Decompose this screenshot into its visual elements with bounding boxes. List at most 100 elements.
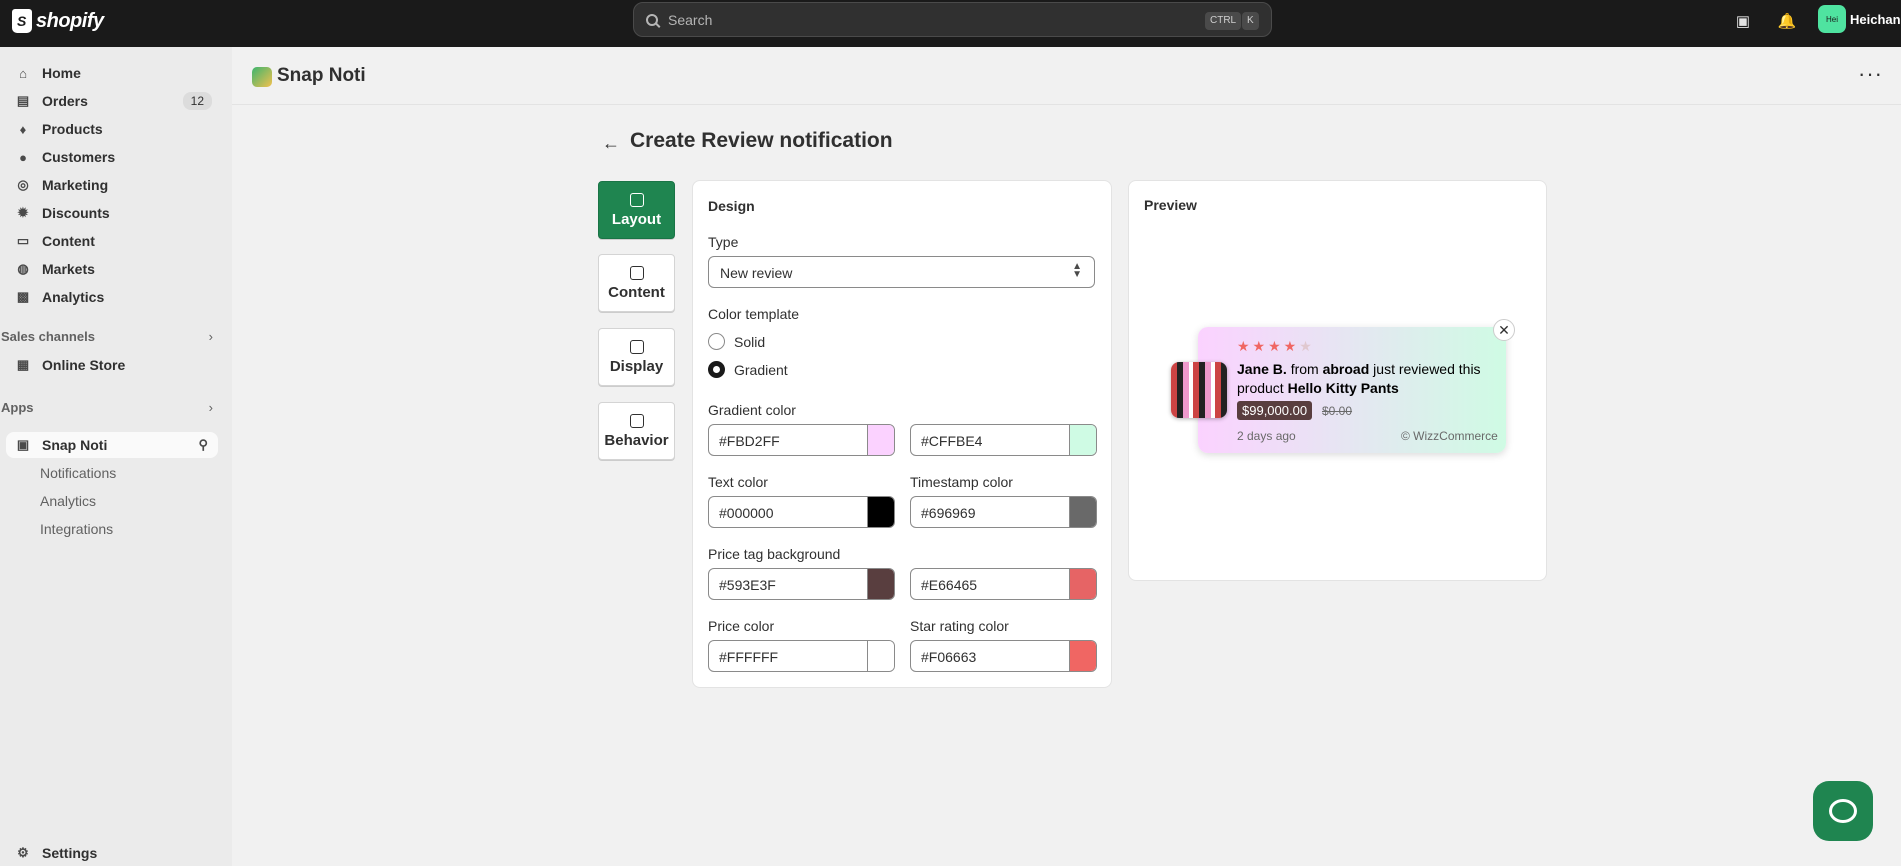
color-template-label: Color template (708, 306, 800, 322)
radio-solid-label: Solid (734, 334, 766, 350)
price-color-field[interactable]: #FFFFFF (708, 640, 895, 672)
tab-content[interactable]: Content (598, 254, 675, 312)
pin-icon[interactable]: ⚲ (198, 437, 208, 453)
sidebar-item-label: Settings (42, 845, 98, 861)
type-select[interactable]: New review ▲ ▼ (708, 256, 1095, 288)
person-icon: ● (19, 149, 27, 165)
orders-count-badge: 12 (182, 92, 212, 110)
shopify-bag-icon (12, 9, 32, 33)
display-icon (629, 339, 644, 354)
shopify-logo[interactable]: shopify (12, 9, 104, 33)
color-swatch[interactable] (867, 425, 894, 455)
help-chat-button[interactable] (1813, 781, 1873, 841)
search-icon (646, 13, 658, 26)
price-tag: $99,000.00 (1237, 401, 1313, 420)
color-swatch[interactable] (1069, 497, 1096, 527)
tab-label: Content (608, 283, 665, 301)
tab-label: Display (609, 357, 664, 375)
tab-behavior[interactable]: Behavior (598, 402, 675, 460)
tag-icon: ♦ (19, 121, 27, 137)
sidebar-item-label: Analytics (42, 289, 105, 305)
snap-noti-app-icon: ▣ (16, 437, 30, 452)
target-icon: ◎ (17, 177, 29, 192)
content-icon (629, 265, 644, 280)
select-arrows-icon: ▲ ▼ (1072, 261, 1082, 280)
design-heading: Design (708, 198, 755, 214)
price-tag-bg-2-field[interactable]: #E66465 (910, 568, 1097, 600)
home-icon: ⌂ (19, 65, 27, 81)
chat-bubble-icon (1829, 799, 1857, 823)
page-title: Create Review notification (630, 129, 893, 152)
color-swatch[interactable] (1069, 569, 1096, 599)
gear-icon: ⚙ (17, 845, 29, 860)
tab-display[interactable]: Display (598, 328, 675, 386)
color-value: #FFFFFF (719, 649, 779, 665)
bell-icon[interactable]: 🔔 (1777, 11, 1797, 31)
sidebar-subitem-analytics[interactable]: Analytics (40, 493, 96, 509)
star-rating: ★★★★★ (1237, 338, 1315, 354)
store-icon[interactable]: ▣ (1733, 11, 1753, 31)
back-arrow-icon[interactable]: ← (602, 133, 620, 154)
old-price: $0.00 (1322, 404, 1353, 418)
color-swatch[interactable] (867, 641, 894, 671)
product-thumbnail (1171, 362, 1227, 418)
sidebar-item-home[interactable]: ⌂ Home (6, 60, 218, 86)
sidebar-item-discounts[interactable]: ✹ Discounts (6, 200, 218, 226)
tab-layout[interactable]: Layout (598, 181, 675, 239)
sidebar-item-label: Marketing (42, 177, 109, 193)
sidebar-item-snap-noti[interactable]: ▣ Snap Noti ⚲ (6, 432, 218, 458)
sidebar-item-online-store[interactable]: ▦ Online Store (6, 352, 218, 378)
gradient-color-label: Gradient color (708, 402, 796, 418)
sales-channels-header[interactable]: Sales channels › (1, 329, 213, 344)
snap-noti-logo-icon (252, 67, 272, 87)
sidebar-item-analytics[interactable]: ▩ Analytics (6, 284, 218, 310)
apps-header[interactable]: Apps › (1, 400, 213, 415)
color-value: #696969 (921, 505, 976, 521)
more-actions-icon[interactable]: ··· (1858, 61, 1883, 87)
sidebar-item-settings[interactable]: ⚙ Settings (6, 840, 218, 866)
timestamp-color-field[interactable]: #696969 (910, 496, 1097, 528)
sidebar-item-label: Customers (42, 149, 116, 165)
radio-gradient-label: Gradient (734, 362, 788, 378)
text-color-field[interactable]: #000000 (708, 496, 895, 528)
color-value: #CFFBE4 (921, 433, 983, 449)
star-rating-color-label: Star rating color (910, 618, 1009, 634)
radio-solid[interactable] (708, 333, 725, 350)
avatar[interactable]: Hei (1818, 5, 1846, 33)
gradient-color-1-field[interactable]: #FBD2FF (708, 424, 895, 456)
sidebar-subitem-integrations[interactable]: Integrations (40, 521, 113, 537)
price-tag-bg-label: Price tag background (708, 546, 841, 562)
sidebar-item-orders[interactable]: ▤ Orders 12 (6, 88, 218, 114)
price-tag-bg-1-field[interactable]: #593E3F (708, 568, 895, 600)
apps-label: Apps (1, 400, 34, 415)
user-name[interactable]: Heichan (1850, 12, 1901, 27)
star-rating-color-field[interactable]: #F06663 (910, 640, 1097, 672)
sidebar-item-markets[interactable]: ◍ Markets (6, 256, 218, 282)
color-swatch[interactable] (1069, 425, 1096, 455)
color-swatch[interactable] (1069, 641, 1096, 671)
sidebar-item-products[interactable]: ♦ Products (6, 116, 218, 142)
from-word: from (1290, 361, 1319, 377)
notification-text: Jane B. from abroad just reviewed this p… (1237, 360, 1499, 398)
color-swatch[interactable] (867, 497, 894, 527)
search-input[interactable]: Search CTRL K (633, 2, 1272, 37)
preview-heading: Preview (1144, 197, 1197, 213)
color-swatch[interactable] (867, 569, 894, 599)
sidebar-item-marketing[interactable]: ◎ Marketing (6, 172, 218, 198)
radio-gradient[interactable] (708, 361, 725, 378)
sidebar-item-label: Discounts (42, 205, 110, 221)
gradient-color-2-field[interactable]: #CFFBE4 (910, 424, 1097, 456)
sidebar-subitem-notifications[interactable]: Notifications (40, 465, 116, 481)
sidebar: ⌂ Home ▤ Orders 12 ♦ Products ● Customer… (0, 47, 232, 866)
tab-label: Layout (611, 210, 662, 228)
sidebar-item-content[interactable]: ▭ Content (6, 228, 218, 254)
top-bar: shopify Search CTRL K ▣ 🔔 Hei Heichan (0, 0, 1901, 47)
close-icon[interactable]: ✕ (1493, 319, 1515, 341)
color-value: #E66465 (921, 577, 978, 593)
content-icon: ▭ (16, 233, 30, 248)
sidebar-item-label: Snap Noti (42, 437, 108, 453)
tab-label: Behavior (604, 431, 669, 449)
sidebar-item-customers[interactable]: ● Customers (6, 144, 218, 170)
type-select-value: New review (720, 265, 793, 281)
inbox-icon: ▤ (16, 93, 30, 108)
